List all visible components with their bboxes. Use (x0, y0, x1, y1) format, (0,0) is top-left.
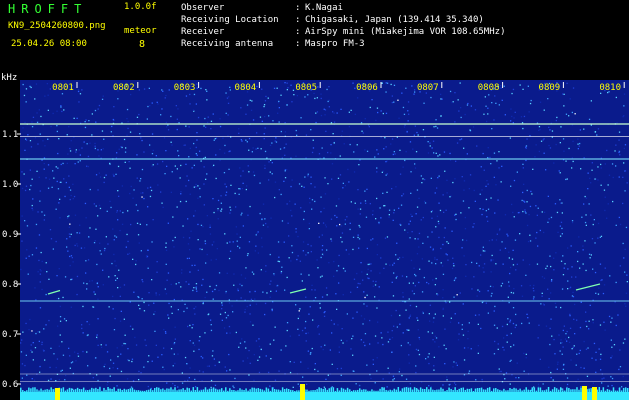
x-tick-label: 0801 (52, 83, 74, 93)
x-tick-label: 0807 (417, 83, 439, 93)
x-tick-label: 0806 (356, 83, 378, 93)
app-title: HROFFT (8, 2, 88, 16)
x-tick-label: 0810 (599, 83, 621, 93)
x-tick-label: 0804 (235, 83, 257, 93)
spectrogram-area (20, 80, 629, 400)
y-tick-label: 0.9 (2, 230, 18, 240)
meteor-marker (582, 386, 587, 400)
y-tick-label: 0.6 (2, 380, 18, 390)
meteor-label: meteor (124, 26, 157, 36)
info-row-receiver: Receiver: AirSpy mini (Miakejima VOR 108.… (181, 27, 506, 37)
info-row-antenna: Receiving antenna: Maspro FM-3 (181, 39, 365, 49)
y-axis-unit: kHz (1, 73, 18, 83)
info-row-observer: Observer: K.Nagai (181, 3, 343, 13)
x-tick-label: 0808 (478, 83, 500, 93)
info-row-location: Receiving Location: Chigasaki, Japan (139… (181, 15, 484, 25)
y-tick-label: 1.1 (2, 130, 18, 140)
meteor-count: 8 (139, 39, 146, 50)
datetime-label: 25.04.26 08:00 (11, 39, 87, 49)
meteor-marker (300, 384, 305, 400)
version-label: 1.0.0f (124, 2, 157, 12)
activity-baseline (20, 392, 629, 400)
meteor-marker (55, 388, 60, 400)
y-tick-label: 0.7 (2, 330, 18, 340)
x-tick-label: 0803 (174, 83, 196, 93)
spectrogram-plot: 1.1 1.0 0.9 0.8 0.7 0.6 0801 0802 0803 0804 0805 0… (0, 74, 629, 400)
x-tick-label: 0809 (539, 83, 561, 93)
filename-label: KN9_2504260800.png (8, 21, 106, 31)
header-panel: HROFFT 1.0.0f KN9_2504260800.png meteor … (0, 0, 629, 74)
y-tick-label: 0.8 (2, 280, 18, 290)
x-tick-label: 0805 (295, 83, 317, 93)
meteor-marker (592, 387, 597, 400)
x-tick-label: 0802 (113, 83, 135, 93)
y-tick-label: 1.0 (2, 180, 18, 190)
